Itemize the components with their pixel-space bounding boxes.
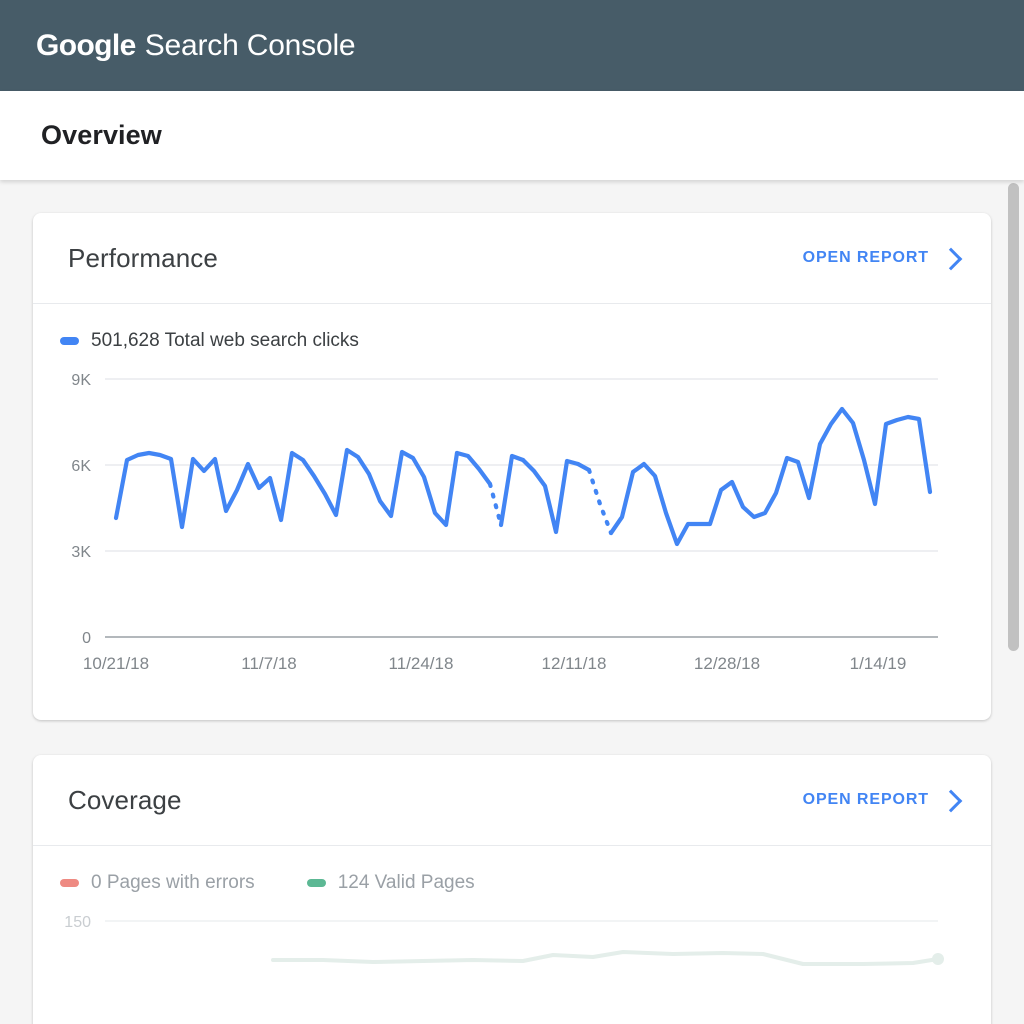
legend-dash-icon xyxy=(60,337,79,345)
page-title-bar: Overview xyxy=(0,91,1024,180)
x-tick-3: 12/11/18 xyxy=(542,654,607,673)
performance-card-body: 501,628 Total web search clicks xyxy=(33,304,991,687)
coverage-y-axis-labels: 150 xyxy=(64,914,91,931)
y-tick-6k: 6K xyxy=(71,458,91,475)
performance-chart[interactable]: 9K 6K 3K 0 xyxy=(33,352,991,687)
app-root: Google Search Console Overview Performan… xyxy=(0,0,1024,1024)
performance-gridlines xyxy=(105,379,938,637)
coverage-card-title: Coverage xyxy=(68,785,182,816)
brand-product-text: Search Console xyxy=(145,31,356,61)
performance-open-report-label: OPEN REPORT xyxy=(803,249,929,267)
coverage-card-body: 0 Pages with errors 124 Valid Pages 150 xyxy=(33,846,991,1024)
vertical-scrollbar-thumb[interactable] xyxy=(1008,183,1019,651)
legend-dash-icon xyxy=(307,879,326,887)
performance-legend: 501,628 Total web search clicks xyxy=(33,304,991,352)
performance-x-axis-labels: 10/21/18 11/7/18 11/24/18 12/11/18 12/28… xyxy=(83,654,906,673)
coverage-open-report-button[interactable]: OPEN REPORT xyxy=(803,791,959,809)
coverage-card-header: Coverage OPEN REPORT xyxy=(33,755,991,846)
brand-google-text: Google xyxy=(36,31,136,61)
performance-card-header: Performance OPEN REPORT xyxy=(33,213,991,304)
performance-open-report-button[interactable]: OPEN REPORT xyxy=(803,249,959,267)
page-title: Overview xyxy=(41,120,162,151)
x-tick-5: 1/14/19 xyxy=(850,654,907,673)
y-tick-0: 0 xyxy=(82,630,91,647)
coverage-valid-endpoint xyxy=(932,953,944,965)
y-tick-3k: 3K xyxy=(71,544,91,561)
legend-item-clicks[interactable]: 501,628 Total web search clicks xyxy=(60,330,359,352)
performance-chart-svg: 9K 6K 3K 0 xyxy=(33,352,991,687)
y-tick-9k: 9K xyxy=(71,372,91,389)
performance-card: Performance OPEN REPORT 501,628 Total we… xyxy=(33,213,991,720)
coverage-card: Coverage OPEN REPORT 0 Pages with errors… xyxy=(33,755,991,1024)
x-tick-2: 11/24/18 xyxy=(389,654,454,673)
app-bar: Google Search Console xyxy=(0,0,1024,91)
coverage-legend: 0 Pages with errors 124 Valid Pages xyxy=(33,846,991,894)
legend-item-errors[interactable]: 0 Pages with errors xyxy=(60,872,255,894)
performance-y-axis-labels: 9K 6K 3K 0 xyxy=(71,372,91,647)
x-tick-0: 10/21/18 xyxy=(83,654,149,673)
performance-data-line xyxy=(116,409,930,544)
legend-item-valid[interactable]: 124 Valid Pages xyxy=(307,872,475,894)
x-tick-1: 11/7/18 xyxy=(241,654,296,673)
coverage-valid-line xyxy=(273,952,938,964)
coverage-open-report-label: OPEN REPORT xyxy=(803,791,929,809)
legend-item-valid-label: 124 Valid Pages xyxy=(338,872,475,894)
legend-dash-icon xyxy=(60,879,79,887)
legend-item-errors-label: 0 Pages with errors xyxy=(91,872,255,894)
product-logo[interactable]: Google Search Console xyxy=(36,31,355,61)
legend-item-clicks-label: 501,628 Total web search clicks xyxy=(91,330,359,352)
coverage-chart[interactable]: 150 xyxy=(33,894,991,1024)
x-tick-4: 12/28/18 xyxy=(694,654,760,673)
chevron-right-icon xyxy=(940,789,963,812)
scroll-content[interactable]: Performance OPEN REPORT 501,628 Total we… xyxy=(0,180,1024,1024)
coverage-chart-svg: 150 xyxy=(33,894,991,1024)
y-tick-150: 150 xyxy=(64,914,91,931)
performance-card-title: Performance xyxy=(68,243,218,274)
chevron-right-icon xyxy=(940,247,963,270)
